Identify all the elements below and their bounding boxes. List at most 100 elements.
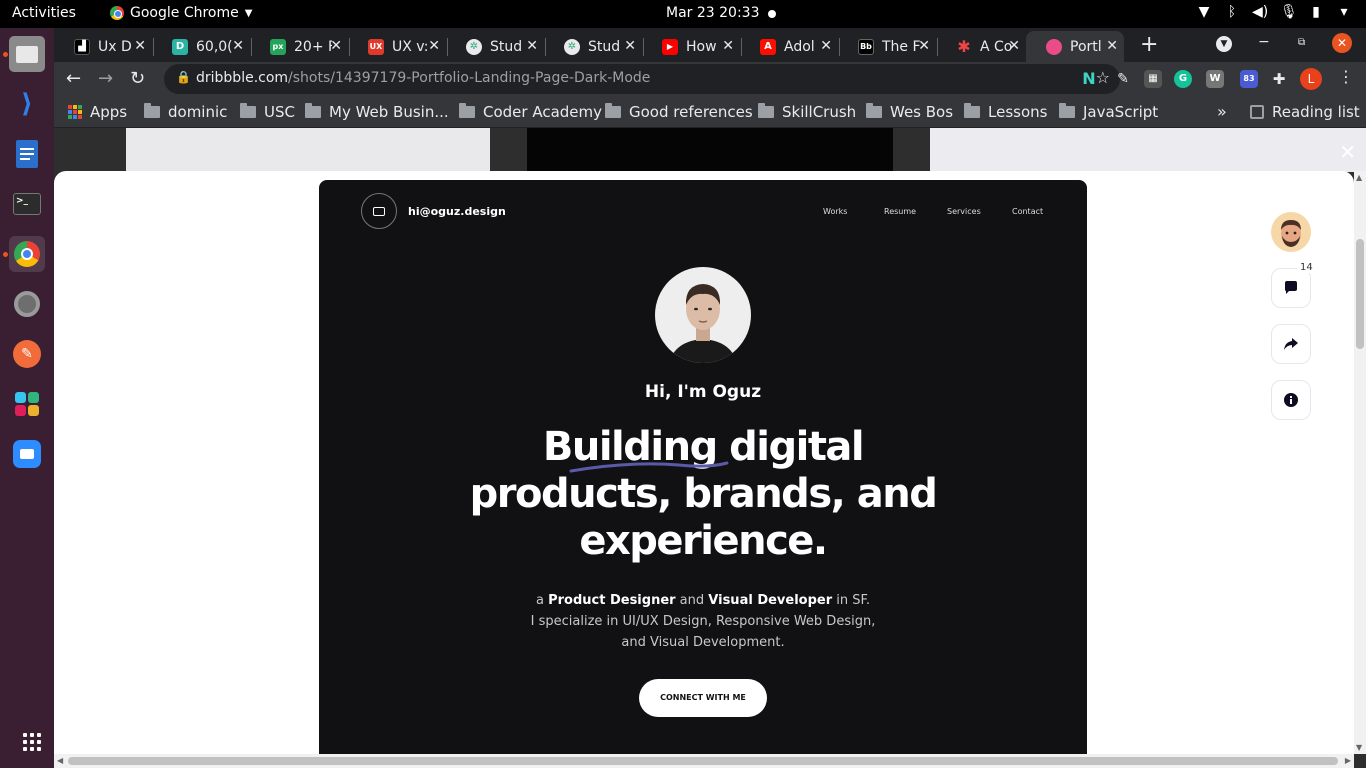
- reload-icon[interactable]: ↻: [130, 68, 145, 89]
- system-tray[interactable]: ▼ ᛒ ◀) 🎙 ▮ ▾: [1196, 4, 1352, 20]
- tab-active[interactable]: Portl ✕: [1026, 31, 1124, 62]
- terminal-icon[interactable]: >_: [9, 186, 45, 222]
- profile-avatar[interactable]: L: [1300, 68, 1322, 90]
- chrome-icon[interactable]: [9, 236, 45, 272]
- tab[interactable]: ✲ Stud ✕: [544, 31, 642, 62]
- tab[interactable]: D 60,0( ✕: [152, 31, 250, 62]
- close-icon[interactable]: ✕: [330, 38, 342, 54]
- page-content: ✕ hi@oguz.design Works Resume Services C…: [54, 128, 1366, 768]
- bio-line: and Visual Development.: [621, 635, 785, 650]
- bookmark-label: Wes Bos: [890, 103, 954, 121]
- horizontal-scrollbar[interactable]: ◀ ▶: [54, 754, 1354, 768]
- bookmark-folder[interactable]: JavaScript: [1059, 103, 1158, 121]
- tab[interactable]: ▶ How ✕: [642, 31, 740, 62]
- close-icon[interactable]: ✕: [918, 38, 930, 54]
- comments-button[interactable]: [1271, 268, 1311, 308]
- close-icon[interactable]: ✕: [1008, 38, 1020, 54]
- scroll-up-icon[interactable]: ▲: [1356, 173, 1362, 182]
- vertical-scrollbar[interactable]: ▲ ▼: [1354, 171, 1366, 754]
- extension-grid-icon[interactable]: ▦: [1144, 70, 1162, 88]
- tab[interactable]: Bb The F ✕: [838, 31, 936, 62]
- shot-greeting: Hi, I'm Oguz: [644, 382, 762, 402]
- close-icon[interactable]: ✕: [1339, 140, 1356, 164]
- close-icon[interactable]: ✕: [134, 38, 146, 54]
- background-shot-thumbnail[interactable]: [527, 128, 893, 172]
- libreoffice-writer-icon[interactable]: [9, 136, 45, 172]
- bookmark-folder[interactable]: Lessons: [964, 103, 1047, 121]
- bookmarks-overflow-icon[interactable]: »: [1217, 102, 1227, 121]
- postman-icon[interactable]: ✎: [9, 336, 45, 372]
- tab[interactable]: UX UX v: ✕: [348, 31, 446, 62]
- shot-image[interactable]: hi@oguz.design Works Resume Services Con…: [319, 180, 1087, 755]
- forward-icon[interactable]: →: [98, 68, 113, 89]
- scroll-down-icon[interactable]: ▼: [1356, 743, 1362, 752]
- tab[interactable]: px 20+ F ✕: [250, 31, 348, 62]
- new-tab-button[interactable]: +: [1140, 32, 1158, 57]
- vscode-icon[interactable]: ⟩: [9, 86, 45, 122]
- horizontal-scrollbar-thumb[interactable]: [68, 757, 1338, 765]
- activities-button[interactable]: Activities: [12, 5, 76, 21]
- close-icon[interactable]: ✕: [232, 38, 244, 54]
- bookmark-folder[interactable]: My Web Busin...: [305, 103, 449, 121]
- bookmark-label: Lessons: [988, 103, 1048, 121]
- bookmark-folder[interactable]: Coder Academy: [459, 103, 602, 121]
- extension-badge-icon[interactable]: 83: [1240, 70, 1258, 88]
- designer-avatar[interactable]: [1271, 212, 1311, 252]
- bookmark-apps[interactable]: Apps: [68, 103, 127, 121]
- bookmark-folder[interactable]: dominic: [144, 103, 227, 121]
- tab-strip: ▟ Ux D ✕ D 60,0( ✕ px 20+ F ✕ UX UX v: ✕…: [54, 28, 1366, 62]
- menu-kebab-icon[interactable]: ⋮: [1338, 67, 1354, 86]
- vertical-scrollbar-thumb[interactable]: [1356, 239, 1364, 349]
- tab-label: The F: [882, 38, 920, 55]
- shot-bio: a Product Designer and Visual Developer …: [319, 590, 1087, 653]
- bookmark-label: My Web Busin...: [329, 103, 449, 121]
- background-shot-thumbnail[interactable]: [930, 128, 1366, 172]
- tab-favicon-stud: ✲: [466, 38, 482, 55]
- extension-picker-icon[interactable]: ✎: [1114, 70, 1132, 88]
- reading-list-button[interactable]: Reading list: [1250, 103, 1360, 121]
- tab[interactable]: ▟ Ux D ✕: [54, 31, 152, 62]
- extension-n-icon[interactable]: N: [1080, 70, 1098, 88]
- close-icon[interactable]: ✕: [820, 38, 832, 54]
- bookmark-folder[interactable]: Good references: [605, 103, 753, 121]
- close-icon[interactable]: ✕: [1106, 38, 1118, 54]
- slack-icon[interactable]: [9, 386, 45, 422]
- restore-icon[interactable]: ⧉: [1298, 37, 1305, 48]
- close-icon[interactable]: ✕: [526, 38, 538, 54]
- tab[interactable]: A Adol ✕: [740, 31, 838, 62]
- clock[interactable]: Mar 23 20:33: [666, 5, 759, 21]
- tab[interactable]: ✱ A Co ✕: [936, 31, 1026, 62]
- share-button[interactable]: [1271, 324, 1311, 364]
- zoom-icon[interactable]: [9, 436, 45, 472]
- bookmark-folder[interactable]: SkillCrush: [758, 103, 856, 121]
- bookmarks-bar: Apps dominic USC My Web Busin... Coder A…: [54, 96, 1366, 128]
- background-shot-thumbnail[interactable]: [126, 128, 490, 172]
- portrait-photo: [655, 267, 751, 363]
- close-icon[interactable]: ✕: [722, 38, 734, 54]
- settings-icon[interactable]: [9, 286, 45, 322]
- scroll-left-icon[interactable]: ◀: [57, 756, 63, 765]
- minimize-icon[interactable]: −: [1258, 34, 1270, 50]
- address-bar[interactable]: 🔒 dribbble.com/shots/14397179-Portfolio-…: [164, 64, 1120, 94]
- tab-search-icon[interactable]: ▼: [1216, 36, 1232, 52]
- comment-count-badge: 14: [1297, 262, 1316, 273]
- close-icon[interactable]: ✕: [428, 38, 440, 54]
- bluetooth-icon: ᛒ: [1227, 4, 1237, 20]
- app-menu[interactable]: Google Chrome ▼: [110, 5, 252, 21]
- extension-w-icon[interactable]: W: [1206, 70, 1224, 88]
- files-icon[interactable]: [9, 36, 45, 72]
- grammarly-icon[interactable]: G: [1174, 70, 1192, 88]
- back-icon[interactable]: ←: [66, 68, 81, 89]
- browser-toolbar: ← → ↻ 🔒 dribbble.com/shots/14397179-Port…: [54, 62, 1366, 96]
- bookmark-folder[interactable]: USC: [240, 103, 295, 121]
- bookmark-label: Good references: [629, 103, 753, 121]
- tab[interactable]: ✲ Stud ✕: [446, 31, 544, 62]
- bookmark-folder[interactable]: Wes Bos: [866, 103, 953, 121]
- scroll-right-icon[interactable]: ▶: [1345, 756, 1351, 765]
- close-window-icon[interactable]: ✕: [1332, 33, 1352, 53]
- show-apps-icon[interactable]: [14, 724, 50, 760]
- extensions-puzzle-icon[interactable]: ✚: [1270, 70, 1288, 88]
- tab-favicon-stud: ✲: [564, 38, 580, 55]
- close-icon[interactable]: ✕: [624, 38, 636, 54]
- info-button[interactable]: [1271, 380, 1311, 420]
